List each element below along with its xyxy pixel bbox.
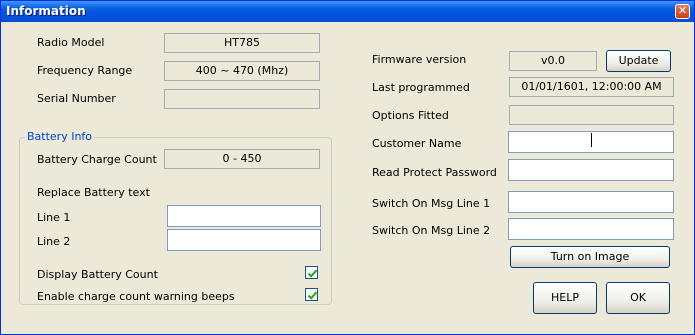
switch-on-msg-line2-input[interactable] xyxy=(508,218,674,240)
battery-info-legend: Battery Info xyxy=(25,130,95,143)
line2-label: Line 2 xyxy=(37,235,71,248)
last-programmed-label: Last programmed xyxy=(372,81,470,94)
serial-number-value xyxy=(164,89,320,109)
last-programmed-value: 01/01/1601, 12:00:00 AM xyxy=(509,77,674,97)
frequency-range-value: 400 ~ 470 (Mhz) xyxy=(164,61,320,81)
information-dialog: Information ✕ Radio Model HT785 Frequenc… xyxy=(0,0,695,335)
warning-beeps-label: Enable charge count warning beeps xyxy=(37,290,235,303)
line1-input[interactable] xyxy=(167,205,321,227)
display-battery-count-checkbox[interactable] xyxy=(305,266,318,279)
options-fitted-label: Options Fitted xyxy=(372,109,449,122)
line1-label: Line 1 xyxy=(37,211,71,224)
options-fitted-value xyxy=(509,105,674,125)
line2-input[interactable] xyxy=(167,229,321,251)
ok-button[interactable]: OK xyxy=(606,282,670,314)
battery-charge-count-label: Battery Charge Count xyxy=(37,153,157,166)
help-button[interactable]: HELP xyxy=(533,282,597,314)
serial-number-label: Serial Number xyxy=(37,92,116,105)
read-protect-password-label: Read Protect Password xyxy=(372,166,497,179)
switch-on-msg-line1-label: Switch On Msg Line 1 xyxy=(372,197,491,210)
turn-on-image-button[interactable]: Turn on Image xyxy=(510,246,670,268)
customer-name-label: Customer Name xyxy=(372,137,462,150)
firmware-version-value: v0.0 xyxy=(509,51,597,71)
firmware-version-label: Firmware version xyxy=(372,53,467,66)
frequency-range-label: Frequency Range xyxy=(37,64,133,77)
close-icon[interactable]: ✕ xyxy=(675,4,690,19)
switch-on-msg-line1-input[interactable] xyxy=(508,191,674,213)
replace-battery-text-label: Replace Battery text xyxy=(37,186,150,199)
warning-beeps-checkbox[interactable] xyxy=(305,288,318,301)
battery-charge-count-value: 0 - 450 xyxy=(164,149,320,169)
title-bar[interactable]: Information ✕ xyxy=(1,1,694,22)
read-protect-password-input[interactable] xyxy=(508,159,674,181)
switch-on-msg-line2-label: Switch On Msg Line 2 xyxy=(372,224,491,237)
radio-model-label: Radio Model xyxy=(37,36,105,49)
check-icon xyxy=(307,269,318,278)
display-battery-count-label: Display Battery Count xyxy=(37,268,158,281)
update-button[interactable]: Update xyxy=(606,50,671,72)
radio-model-value: HT785 xyxy=(164,33,320,53)
window-title: Information xyxy=(6,4,86,18)
check-icon xyxy=(307,291,318,300)
text-caret xyxy=(591,133,592,147)
